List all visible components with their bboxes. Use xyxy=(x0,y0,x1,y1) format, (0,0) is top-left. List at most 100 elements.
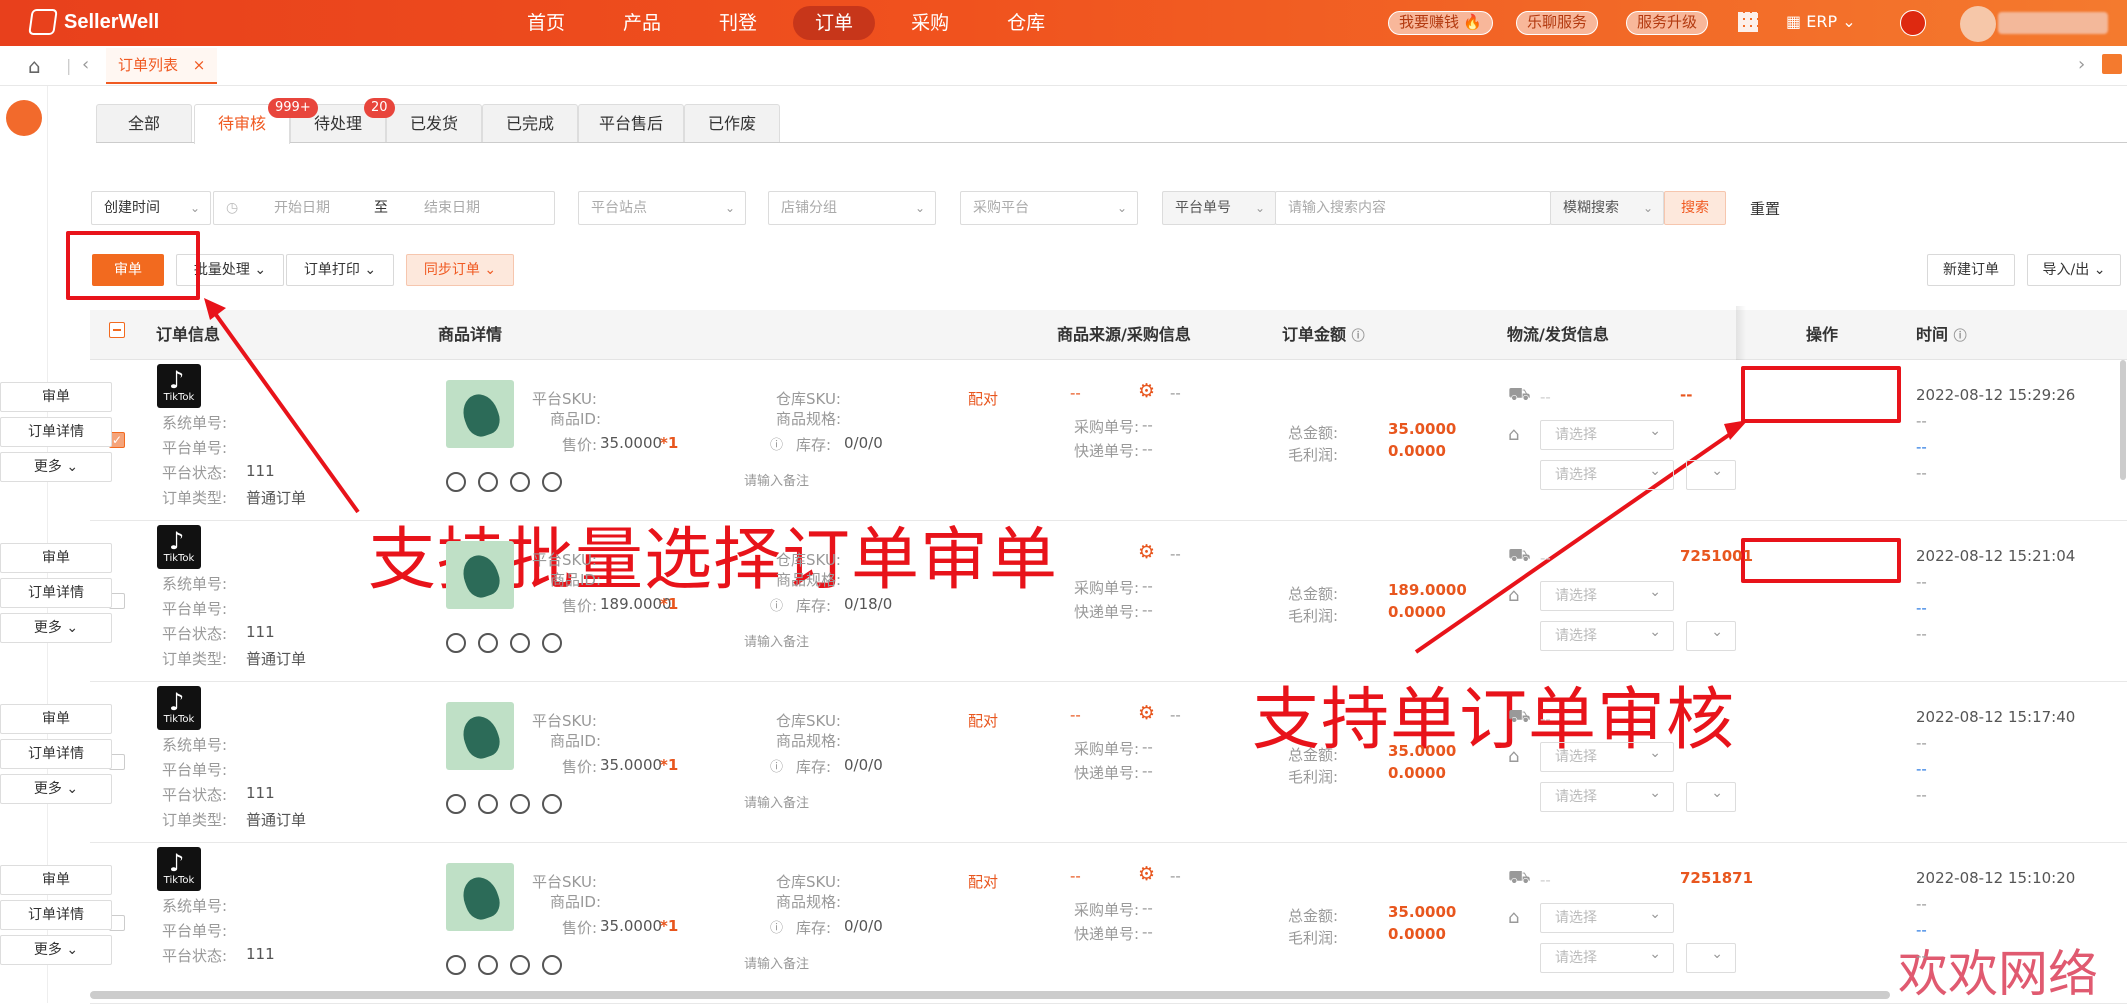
profit-label: 毛利润: xyxy=(1288,768,1339,786)
product-thumbnail xyxy=(446,702,514,770)
refresh-icon[interactable] xyxy=(446,955,466,975)
order-detail-button[interactable]: 订单详情 xyxy=(0,739,112,769)
order-detail-button[interactable]: 订单详情 xyxy=(0,900,112,930)
more-button[interactable]: 更多 ⌄ xyxy=(0,935,112,965)
settings-icon[interactable]: ⚙ xyxy=(1138,702,1155,724)
pair-link[interactable]: 配对 xyxy=(968,710,998,731)
total-amount-value: 35.0000 xyxy=(1388,420,1457,438)
quantity-value: *1 xyxy=(660,595,679,613)
refresh-icon[interactable] xyxy=(446,633,466,653)
drop-icon[interactable] xyxy=(510,955,530,975)
pair-link[interactable]: 配对 xyxy=(968,388,998,409)
warehouse-select[interactable]: 请选择 xyxy=(1540,578,1674,611)
more-button[interactable]: 更多 ⌄ xyxy=(0,613,112,643)
stock-label: 库存: xyxy=(796,597,832,615)
audit-order-button[interactable]: 审单 xyxy=(0,543,112,573)
lightning-icon[interactable] xyxy=(478,633,498,653)
platform-status-value: 111 xyxy=(246,784,275,802)
pair-link[interactable]: 配对 xyxy=(968,871,998,892)
more-button[interactable]: 更多 ⌄ xyxy=(0,774,112,804)
tracking-no: 7251871 xyxy=(1680,869,1754,887)
item-id-label: 商品ID: xyxy=(550,893,602,911)
audit-order-button[interactable]: 审单 xyxy=(0,704,112,734)
time-line-3: -- xyxy=(1916,599,1927,617)
platform-status-value: 111 xyxy=(246,945,275,963)
remark-input[interactable]: 请输入备注 xyxy=(744,470,809,489)
platform-sku-label: 平台SKU: xyxy=(532,390,597,408)
drop-icon[interactable] xyxy=(510,472,530,492)
price-label: 售价: xyxy=(562,919,598,937)
drop-icon[interactable] xyxy=(510,633,530,653)
info-icon[interactable]: ⓘ xyxy=(770,917,783,936)
lightning-icon[interactable] xyxy=(478,794,498,814)
item-id-label: 商品ID: xyxy=(550,732,602,750)
source-value: -- xyxy=(1170,706,1181,724)
thumb-icon[interactable] xyxy=(542,633,562,653)
source-dash: -- xyxy=(1070,384,1081,402)
purchase-no-label: 采购单号: xyxy=(1074,740,1140,758)
settings-icon[interactable]: ⚙ xyxy=(1138,863,1155,885)
extra-select[interactable] xyxy=(1686,779,1736,812)
remark-input[interactable]: 请输入备注 xyxy=(744,953,809,972)
shipping-method-select[interactable]: 请选择 xyxy=(1540,779,1674,812)
shipping-method-select[interactable]: 请选择 xyxy=(1540,457,1674,490)
extra-select[interactable] xyxy=(1686,618,1736,651)
warehouse-icon: ⌂ xyxy=(1508,424,1520,445)
stock-label: 库存: xyxy=(796,436,832,454)
profit-label: 毛利润: xyxy=(1288,929,1339,947)
warehouse-select[interactable]: 请选择 xyxy=(1540,900,1674,933)
order-type-label: 订单类型: xyxy=(162,811,228,829)
source-dash: -- xyxy=(1070,706,1081,724)
price-value: 35.0000 xyxy=(600,917,663,935)
refresh-icon[interactable] xyxy=(446,472,466,492)
warehouse-sku-label: 仓库SKU: xyxy=(776,873,841,891)
tiktok-logo-icon: TikTok xyxy=(157,364,201,408)
shipping-method-select[interactable]: 请选择 xyxy=(1540,618,1674,651)
lightning-icon[interactable] xyxy=(478,472,498,492)
order-type-value: 普通订单 xyxy=(246,811,307,829)
lightning-icon[interactable] xyxy=(478,955,498,975)
platform-sku-label: 平台SKU: xyxy=(532,873,597,891)
refresh-icon[interactable] xyxy=(446,794,466,814)
settings-icon[interactable]: ⚙ xyxy=(1138,380,1155,402)
thumb-icon[interactable] xyxy=(542,472,562,492)
product-thumbnail xyxy=(446,863,514,931)
express-no-label: 快递单号: xyxy=(1074,603,1140,621)
thumb-icon[interactable] xyxy=(542,794,562,814)
more-button[interactable]: 更多 ⌄ xyxy=(0,452,112,482)
warehouse-select[interactable]: 请选择 xyxy=(1540,739,1674,772)
shipping-method-select[interactable]: 请选择 xyxy=(1540,940,1674,973)
remark-input[interactable]: 请输入备注 xyxy=(744,792,809,811)
created-time: 2022-08-12 15:21:04 xyxy=(1916,547,2076,565)
price-value: 35.0000 xyxy=(600,434,663,452)
extra-select[interactable] xyxy=(1686,457,1736,490)
thumb-icon[interactable] xyxy=(542,955,562,975)
audit-order-button[interactable]: 审单 xyxy=(0,382,112,412)
tiktok-logo-icon: TikTok xyxy=(157,525,201,569)
stock-value: 0/0/0 xyxy=(844,917,883,935)
settings-icon[interactable]: ⚙ xyxy=(1138,541,1155,563)
platform-status-value: 111 xyxy=(246,462,275,480)
remark-input[interactable]: 请输入备注 xyxy=(744,631,809,650)
time-line-4: -- xyxy=(1916,625,1927,643)
warehouse-select[interactable]: 请选择 xyxy=(1540,417,1674,450)
system-no-label: 系统单号: xyxy=(162,575,228,593)
extra-select[interactable] xyxy=(1686,940,1736,973)
order-detail-button[interactable]: 订单详情 xyxy=(0,417,112,447)
purchase-no-value: -- xyxy=(1142,416,1153,434)
audit-order-button[interactable]: 审单 xyxy=(0,865,112,895)
system-no-label: 系统单号: xyxy=(162,414,228,432)
info-icon[interactable]: ⓘ xyxy=(770,756,783,775)
platform-status-label: 平台状态: xyxy=(162,947,228,965)
truck-icon: ⛟ xyxy=(1508,706,1531,727)
drop-icon[interactable] xyxy=(510,794,530,814)
purchase-no-label: 采购单号: xyxy=(1074,901,1140,919)
order-detail-button[interactable]: 订单详情 xyxy=(0,578,112,608)
info-icon[interactable]: ⓘ xyxy=(770,434,783,453)
time-line-2: -- xyxy=(1916,412,1927,430)
price-label: 售价: xyxy=(562,436,598,454)
info-icon[interactable]: ⓘ xyxy=(770,595,783,614)
quantity-value: *1 xyxy=(660,434,679,452)
source-value: -- xyxy=(1170,384,1181,402)
price-label: 售价: xyxy=(562,597,598,615)
